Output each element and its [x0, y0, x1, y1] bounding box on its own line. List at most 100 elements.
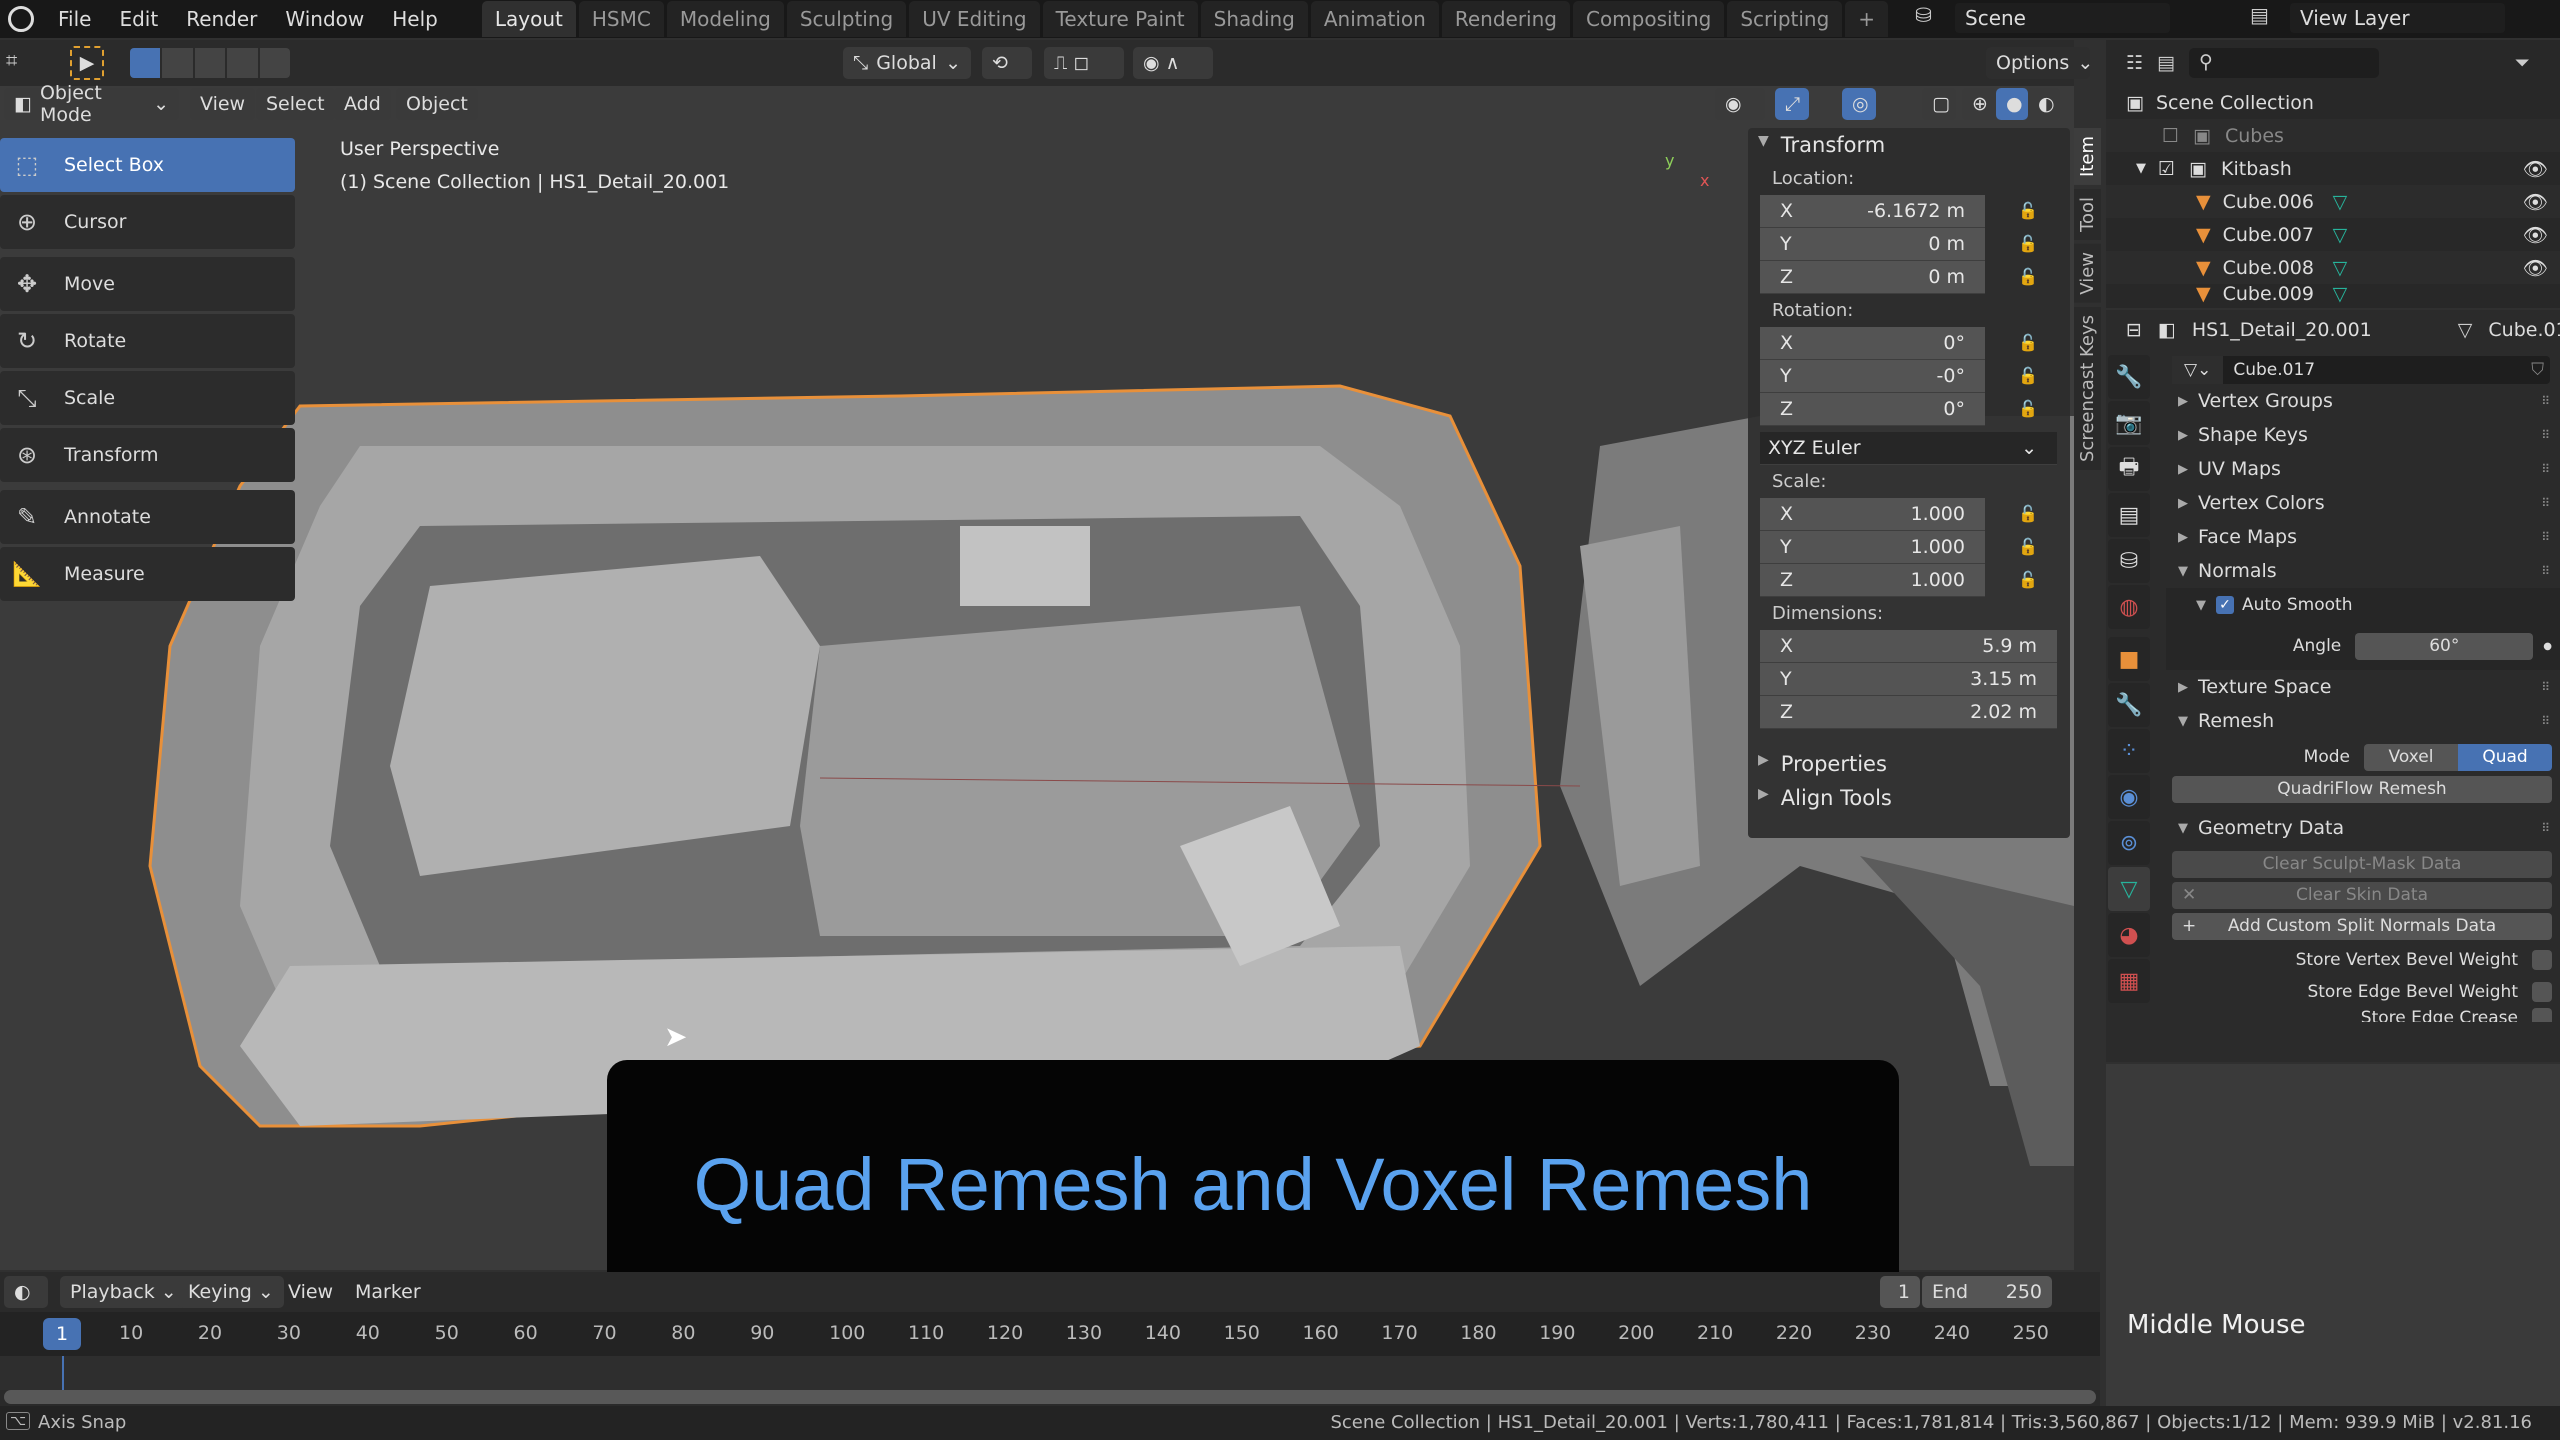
gizmo-toggle-icon[interactable]: ⤢: [1775, 88, 1809, 120]
drag-handle-icon[interactable]: ⠿: [2541, 496, 2550, 510]
outliner-row-object[interactable]: ▼ Cube.008 ▽ 👁: [2106, 251, 2560, 284]
add-workspace-button[interactable]: +: [1845, 1, 1889, 37]
frame-ruler[interactable]: 1 10 20 30 40 50 60 70 80 90 100 110 120 130 140 150 16…: [0, 1312, 2100, 1356]
tab-rendering[interactable]: Rendering: [1441, 1, 1570, 37]
tab-compositing[interactable]: Compositing: [1572, 1, 1725, 37]
rotation-mode-dropdown[interactable]: XYZ Euler ⌄: [1760, 432, 2057, 465]
material-icon[interactable]: ◕: [2108, 913, 2150, 957]
fake-user-shield-icon[interactable]: ⛉: [2525, 360, 2550, 380]
menu-object[interactable]: Object: [396, 88, 478, 120]
view-layer-icon[interactable]: ▤: [2108, 493, 2150, 537]
object-icon[interactable]: ■: [2108, 637, 2150, 681]
object-mode-dropdown[interactable]: ◧ Object Mode ⌄: [4, 82, 179, 126]
eye-icon[interactable]: 👁: [2523, 190, 2548, 214]
mode-new-icon[interactable]: [130, 48, 161, 78]
start-frame-field[interactable]: 1: [1880, 1276, 1920, 1308]
outliner-row-object[interactable]: ▼ Cube.007 ▽ 👁: [2106, 218, 2560, 251]
tab-view[interactable]: View: [2074, 243, 2101, 303]
wireframe-shading-icon[interactable]: ⊕: [1962, 88, 1996, 120]
rotation-x-field[interactable]: X 0°: [1760, 327, 1985, 360]
tab-layout[interactable]: Layout: [481, 1, 576, 37]
tool-annotate[interactable]: ✎ Annotate: [0, 490, 295, 544]
playback-menu[interactable]: Playback ⌄: [60, 1276, 187, 1308]
tool-move[interactable]: ✥ Move: [0, 257, 295, 311]
pivot-point-icon[interactable]: ⟲: [982, 47, 1032, 79]
tab-hsmc[interactable]: HSMC: [578, 1, 664, 37]
drag-handle-icon[interactable]: ⠿: [2541, 462, 2550, 476]
eye-icon[interactable]: 👁: [2523, 157, 2548, 181]
drag-handle-icon[interactable]: ⠿: [2541, 821, 2550, 835]
mode-voxel-button[interactable]: Voxel: [2364, 743, 2458, 771]
drag-handle-icon[interactable]: ⠿: [2541, 394, 2550, 408]
scene-selector[interactable]: Scene: [1955, 3, 2170, 33]
tool-measure[interactable]: 📐 Measure: [0, 547, 295, 601]
section-vertex-colors[interactable]: ▶ Vertex Colors ⠿: [2166, 486, 2560, 520]
checkbox[interactable]: [2532, 982, 2552, 1002]
view-layer-selector[interactable]: View Layer: [2290, 3, 2505, 33]
checkbox-checked-icon[interactable]: ☑: [2158, 158, 2175, 180]
particles-icon[interactable]: ⁘: [2108, 729, 2150, 773]
rotation-y-field[interactable]: Y -0°: [1760, 360, 1985, 393]
tool-transform[interactable]: ⊛ Transform: [0, 428, 295, 482]
snap-toggle-icon[interactable]: ⎍ ◻: [1044, 47, 1124, 79]
mode-invert-icon[interactable]: [227, 48, 258, 78]
menu-view[interactable]: View: [190, 88, 256, 120]
align-tools-panel-header[interactable]: ▶ Align Tools: [1748, 781, 2070, 815]
menu-help[interactable]: Help: [378, 7, 452, 31]
outliner-row-object[interactable]: ▼ Cube.009 ▽: [2106, 284, 2560, 304]
clear-sculpt-mask-button[interactable]: Clear Sculpt-Mask Data: [2172, 851, 2552, 878]
end-frame-field[interactable]: End 250: [1922, 1276, 2052, 1308]
tab-modeling[interactable]: Modeling: [666, 1, 784, 37]
drag-handle-icon[interactable]: ⠿: [2541, 564, 2550, 578]
mesh-data-icon[interactable]: ▽: [2108, 867, 2150, 911]
tool-settings-icon[interactable]: 🔧: [2108, 355, 2150, 399]
drag-handle-icon[interactable]: ⠿: [2541, 680, 2550, 694]
view-menu[interactable]: View: [278, 1276, 343, 1308]
physics-icon[interactable]: ◉: [2108, 775, 2150, 819]
view-layer-icon[interactable]: ▤: [2157, 52, 2175, 74]
solid-shading-icon[interactable]: ●: [1996, 88, 2028, 120]
tab-scripting[interactable]: Scripting: [1727, 1, 1843, 37]
scale-z-field[interactable]: Z 1.000: [1760, 564, 1985, 597]
lock-icon[interactable]: 🔓: [2018, 570, 2038, 589]
collapse-triangle-icon[interactable]: ▼: [2136, 161, 2146, 176]
scene-icon[interactable]: ⛁: [2108, 539, 2150, 583]
editor-type-icon[interactable]: ⌗: [6, 48, 48, 78]
angle-field[interactable]: 60°: [2355, 632, 2534, 660]
menu-render[interactable]: Render: [172, 7, 271, 31]
store-edge-crease-row[interactable]: Store Edge Crease: [2166, 1008, 2560, 1022]
drag-handle-icon[interactable]: ⠿: [2541, 530, 2550, 544]
lock-icon[interactable]: 🔓: [2018, 267, 2038, 286]
lock-icon[interactable]: 🔓: [2018, 504, 2038, 523]
tab-texture-paint[interactable]: Texture Paint: [1042, 1, 1198, 37]
outliner-row-scene-collection[interactable]: ▣ Scene Collection: [2106, 86, 2560, 119]
mesh-data-icon[interactable]: ▽⌄: [2172, 356, 2224, 384]
eye-icon[interactable]: 👁: [2523, 223, 2548, 247]
mode-intersect-icon[interactable]: [259, 48, 291, 78]
outliner-row-kitbash[interactable]: ▼ ☑ ▣ Kitbash 👁: [2106, 152, 2560, 185]
drag-handle-icon[interactable]: ⠿: [2541, 428, 2550, 442]
section-remesh[interactable]: ▼ Remesh ⠿: [2166, 704, 2560, 738]
texture-icon[interactable]: ▦: [2108, 959, 2150, 1003]
current-frame-indicator[interactable]: 1: [43, 1318, 81, 1350]
add-custom-split-normals-button[interactable]: + Add Custom Split Normals Data: [2172, 913, 2552, 940]
section-vertex-groups[interactable]: ▶ Vertex Groups ⠿: [2166, 384, 2560, 418]
dimensions-y-field[interactable]: Y 3.15 m: [1760, 663, 2057, 696]
section-uv-maps[interactable]: ▶ UV Maps ⠿: [2166, 452, 2560, 486]
location-x-field[interactable]: X -6.1672 m: [1760, 195, 1985, 228]
tab-screencast-keys[interactable]: Screencast Keys: [2074, 306, 2101, 470]
tab-item[interactable]: Item: [2074, 128, 2101, 185]
render-icon[interactable]: 📷: [2108, 401, 2150, 445]
lock-icon[interactable]: 🔓: [2018, 537, 2038, 556]
filter-icon[interactable]: ⏷: [2515, 52, 2530, 74]
visibility-icon[interactable]: ◉: [1715, 88, 1765, 120]
world-icon[interactable]: ◍: [2108, 585, 2150, 629]
display-mode-icon[interactable]: ☷: [2126, 52, 2143, 74]
mode-subtract-icon[interactable]: [194, 48, 226, 78]
lock-icon[interactable]: 🔓: [2018, 234, 2038, 253]
overlay-toggle-icon[interactable]: ◎: [1842, 88, 1876, 120]
view-layer-icon[interactable]: ▤: [2250, 3, 2285, 33]
tab-tool[interactable]: Tool: [2074, 188, 2101, 240]
scene-icon[interactable]: ⛁: [1915, 3, 1950, 33]
timeline-scrollbar[interactable]: [4, 1390, 2096, 1404]
